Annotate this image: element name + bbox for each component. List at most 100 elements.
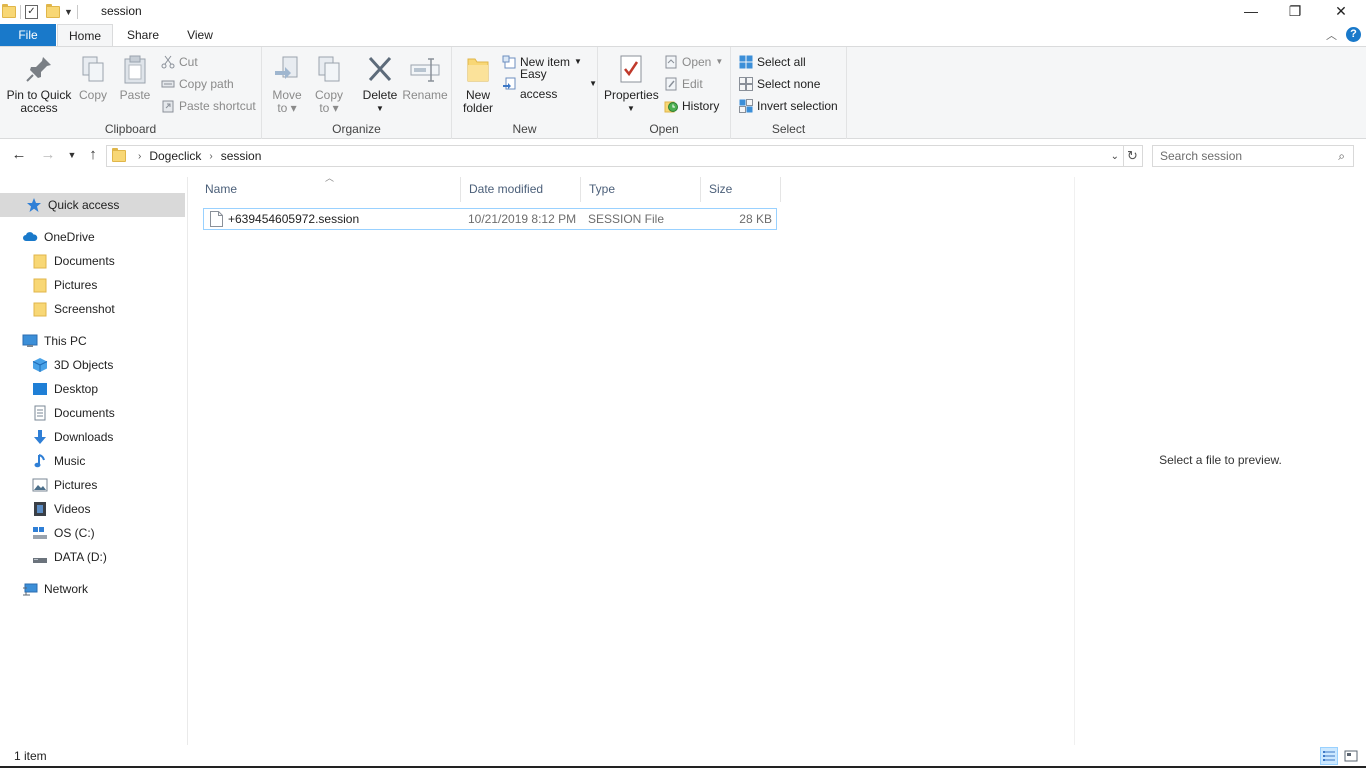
address-history-chevron-down-icon[interactable]: ⌄: [1111, 151, 1119, 162]
address-row: ← → ▼ ↑ › Dogeclick › session ⌄ ↻ ⌕: [0, 140, 1366, 172]
nav-onedrive-documents[interactable]: Documents: [32, 249, 115, 273]
nav-onedrive[interactable]: OneDrive: [22, 225, 95, 249]
nav-music[interactable]: Music: [32, 449, 85, 473]
invert-selection-button[interactable]: Invert selection: [739, 96, 838, 116]
address-bar[interactable]: › Dogeclick › session ⌄: [106, 145, 1124, 167]
collapse-ribbon-chevron-up-icon[interactable]: ︿: [1326, 27, 1337, 43]
copy-path-button[interactable]: Copy path: [161, 74, 234, 94]
nav-os-c-drive[interactable]: OS (C:): [32, 521, 95, 545]
nav-network[interactable]: Network: [22, 577, 88, 601]
cut-button[interactable]: Cut: [161, 52, 198, 72]
open-icon: [664, 55, 678, 69]
paste-button[interactable]: Paste: [118, 53, 152, 102]
recent-locations-chevron-down-icon[interactable]: ▼: [62, 150, 82, 160]
open-button[interactable]: Open ▼: [664, 52, 723, 72]
breadcrumb-dogeclick[interactable]: Dogeclick: [149, 149, 201, 163]
column-header-name[interactable]: Name: [197, 177, 461, 202]
nav-this-pc[interactable]: This PC: [22, 329, 87, 353]
help-icon[interactable]: ?: [1346, 27, 1361, 42]
folder-icon: [112, 148, 126, 162]
copy-to-button[interactable]: Copy to ▾: [312, 53, 346, 115]
copy-button[interactable]: Copy: [76, 53, 110, 102]
copy-to-icon: [313, 53, 345, 85]
pin-label-line2: access: [20, 101, 58, 115]
tab-file[interactable]: File: [0, 24, 56, 46]
open-group-label: Open: [649, 122, 679, 136]
column-header-date-modified[interactable]: Date modified: [461, 177, 581, 202]
edit-button[interactable]: Edit: [664, 74, 703, 94]
details-view-icon[interactable]: [1320, 747, 1338, 765]
select-none-button[interactable]: Select none: [739, 74, 820, 94]
new-folder-icon[interactable]: [46, 4, 60, 18]
document-icon: [32, 405, 48, 421]
network-icon: [22, 581, 38, 597]
download-arrow-icon: [32, 429, 48, 445]
move-to-button[interactable]: Move to ▾: [270, 53, 304, 115]
file-name: +639454605972.session: [228, 212, 360, 226]
properties-button[interactable]: Properties ▼: [604, 53, 659, 115]
file-list: ︿ Name Date modified Type Size +63945460…: [197, 173, 1073, 745]
nav-pictures[interactable]: Pictures: [32, 473, 97, 497]
3d-cube-icon: [32, 357, 48, 373]
ribbon-tabs: File Home Share View ︿: [0, 24, 1366, 47]
breadcrumb-chevron-icon[interactable]: ›: [138, 151, 141, 162]
new-group: New folder New item ▼ Easy access ▼ New: [452, 47, 598, 139]
tab-share[interactable]: Share: [117, 24, 169, 46]
easy-access-button[interactable]: Easy access ▼: [502, 67, 597, 101]
film-icon: [32, 501, 48, 517]
new-folder-button[interactable]: New folder: [460, 53, 496, 115]
item-count: 1 item: [14, 749, 47, 763]
search-input[interactable]: [1153, 146, 1323, 166]
refresh-icon[interactable]: ↻: [1123, 145, 1143, 167]
edit-icon: [664, 77, 678, 91]
paste-icon: [119, 53, 151, 85]
column-header-type[interactable]: Type: [581, 177, 701, 202]
pin-to-quick-access-button[interactable]: Pin to Quick access: [6, 53, 72, 115]
history-button[interactable]: History: [664, 96, 719, 116]
search-box[interactable]: ⌕: [1152, 145, 1354, 167]
rename-label: Rename: [402, 88, 448, 102]
forward-arrow-icon[interactable]: →: [38, 146, 58, 163]
nav-data-d-drive[interactable]: DATA (D:): [32, 545, 107, 569]
restore-button[interactable]: ❐: [1272, 0, 1318, 24]
nav-item-label: DATA (D:): [54, 550, 107, 564]
rename-icon: [409, 53, 441, 85]
nav-desktop[interactable]: Desktop: [32, 377, 98, 401]
search-icon[interactable]: ⌕: [1338, 149, 1345, 164]
tab-home[interactable]: Home: [57, 24, 113, 47]
file-row[interactable]: +639454605972.session 10/21/2019 8:12 PM…: [203, 208, 777, 230]
drive-icon: [32, 549, 48, 565]
rename-button[interactable]: Rename: [402, 53, 448, 102]
nav-documents[interactable]: Documents: [32, 401, 115, 425]
pin-icon: [23, 53, 55, 85]
up-arrow-icon[interactable]: ↑: [83, 146, 103, 163]
delete-button[interactable]: Delete ▼: [360, 53, 400, 115]
file-size: 28 KB: [739, 212, 772, 226]
customize-toolbar-chevron-down-icon[interactable]: ▼: [64, 7, 73, 17]
large-icons-view-icon[interactable]: [1342, 747, 1360, 765]
delete-label: Delete: [362, 88, 398, 102]
paste-shortcut-button[interactable]: Paste shortcut: [161, 96, 256, 116]
file-date-modified: 10/21/2019 8:12 PM: [468, 212, 577, 226]
breadcrumb-session[interactable]: session: [221, 149, 262, 163]
breadcrumb-chevron-icon[interactable]: ›: [209, 151, 212, 162]
nav-3d-objects[interactable]: 3D Objects: [32, 353, 113, 377]
select-all-button[interactable]: Select all: [739, 52, 806, 72]
nav-downloads[interactable]: Downloads: [32, 425, 113, 449]
navigation-pane: Quick access OneDrive Documents Pictures…: [0, 177, 188, 745]
properties-check-icon[interactable]: ✓: [25, 5, 38, 19]
close-button[interactable]: ✕: [1318, 0, 1364, 24]
quick-access-toolbar: ✓ ▼: [2, 3, 78, 21]
nav-onedrive-screenshot[interactable]: Screenshot: [32, 297, 115, 321]
nav-item-label: OS (C:): [54, 526, 95, 540]
nav-videos[interactable]: Videos: [32, 497, 90, 521]
column-header-size[interactable]: Size: [701, 177, 781, 202]
back-arrow-icon[interactable]: ←: [9, 146, 29, 163]
nav-onedrive-pictures[interactable]: Pictures: [32, 273, 97, 297]
tab-view[interactable]: View: [174, 24, 226, 46]
select-none-icon: [739, 77, 753, 91]
nav-item-label: Screenshot: [54, 302, 115, 316]
nav-item-label: 3D Objects: [54, 358, 114, 372]
nav-quick-access[interactable]: Quick access: [0, 193, 185, 217]
minimize-button[interactable]: —: [1228, 0, 1274, 24]
